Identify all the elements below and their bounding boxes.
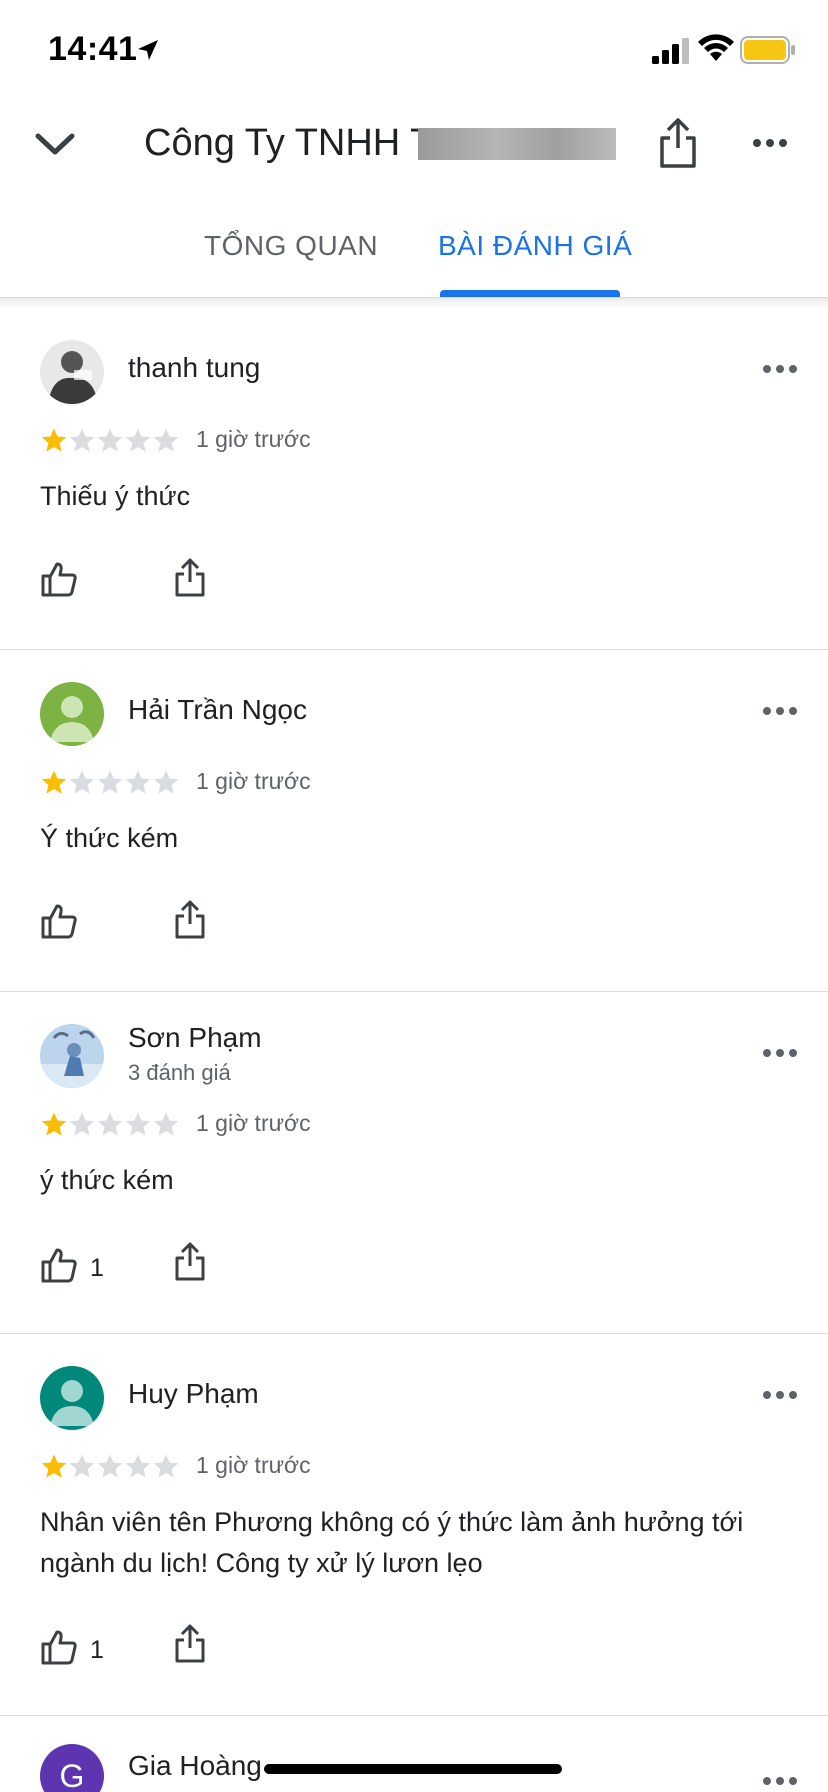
avatar-letter: G bbox=[59, 1758, 85, 1792]
share-button[interactable] bbox=[174, 558, 206, 598]
more-options-icon[interactable] bbox=[762, 1390, 798, 1400]
app-header: Công Ty TNHH T bbox=[0, 100, 828, 200]
review-item: thanh tung 1 giờ trước Thiếu ý thức bbox=[0, 308, 828, 650]
star-filled-icon bbox=[41, 1112, 67, 1136]
reviewer-review-count[interactable]: 3 đánh giá bbox=[128, 1060, 231, 1086]
star-empty-icon bbox=[69, 1454, 95, 1478]
star-filled-icon bbox=[41, 1454, 67, 1478]
star-empty-icon bbox=[97, 428, 123, 452]
share-button[interactable] bbox=[174, 1624, 206, 1664]
star-rating bbox=[40, 426, 180, 454]
avatar[interactable] bbox=[40, 1024, 104, 1088]
like-button[interactable]: 1 bbox=[40, 1246, 110, 1286]
star-empty-icon bbox=[69, 1112, 95, 1136]
star-empty-icon bbox=[153, 770, 179, 794]
star-filled-icon bbox=[41, 428, 67, 452]
avatar[interactable] bbox=[40, 1366, 104, 1430]
wifi-icon bbox=[698, 34, 734, 61]
location-arrow-icon bbox=[138, 40, 158, 60]
share-icon bbox=[175, 558, 205, 597]
tab-reviews[interactable]: BÀI ĐÁNH GIÁ bbox=[438, 230, 632, 262]
review-item: Huy Phạm 1 giờ trước Nhân viên tên Phươn… bbox=[0, 1334, 828, 1716]
share-icon bbox=[175, 1242, 205, 1281]
review-item: Hải Trần Ngọc 1 giờ trước Ý thức kém bbox=[0, 650, 828, 992]
tab-bar: TỔNG QUAN BÀI ĐÁNH GIÁ bbox=[0, 210, 828, 298]
avatar[interactable] bbox=[40, 682, 104, 746]
reviewer-name[interactable]: Sơn Phạm bbox=[128, 1022, 262, 1054]
star-empty-icon bbox=[69, 770, 95, 794]
review-text: Nhân viên tên Phương không có ý thức làm… bbox=[40, 1507, 744, 1578]
star-empty-icon bbox=[153, 1112, 179, 1136]
home-indicator[interactable] bbox=[264, 1764, 562, 1774]
review-time: 1 giờ trước bbox=[196, 426, 311, 452]
share-icon bbox=[175, 1624, 205, 1663]
share-icon[interactable] bbox=[656, 116, 700, 170]
share-icon bbox=[175, 900, 205, 939]
reviewer-name[interactable]: Huy Phạm bbox=[128, 1378, 259, 1410]
star-empty-icon bbox=[153, 1454, 179, 1478]
thumbs-up-icon bbox=[41, 904, 77, 939]
review-time: 1 giờ trước bbox=[196, 1110, 311, 1136]
battery-icon bbox=[740, 36, 795, 64]
review-text: Thiếu ý thức bbox=[40, 481, 191, 511]
review-text: Ý thức kém bbox=[40, 823, 179, 853]
chevron-down-icon[interactable] bbox=[30, 122, 80, 166]
review-item: Sơn Phạm 3 đánh giá 1 giờ trước ý thức k… bbox=[0, 992, 828, 1334]
star-empty-icon bbox=[153, 428, 179, 452]
like-button[interactable] bbox=[40, 560, 110, 600]
more-options-icon[interactable] bbox=[762, 1776, 798, 1786]
status-time: 14:41 bbox=[48, 30, 138, 68]
reviewer-name[interactable]: thanh tung bbox=[128, 352, 260, 384]
like-button[interactable] bbox=[40, 902, 110, 942]
more-options-icon[interactable] bbox=[752, 138, 788, 148]
star-empty-icon bbox=[69, 428, 95, 452]
like-count: 1 bbox=[90, 1254, 104, 1282]
tab-indicator bbox=[440, 290, 620, 297]
review-time: 1 giờ trước bbox=[196, 1452, 311, 1478]
status-bar: 14:41 bbox=[0, 0, 828, 100]
star-empty-icon bbox=[97, 770, 123, 794]
thumbs-up-icon bbox=[41, 1248, 77, 1283]
star-empty-icon bbox=[97, 1112, 123, 1136]
star-empty-icon bbox=[97, 1454, 123, 1478]
thumbs-up-icon bbox=[41, 562, 77, 597]
share-button[interactable] bbox=[174, 900, 206, 940]
review-item: G Gia Hoàng bbox=[0, 1716, 828, 1792]
star-empty-icon bbox=[125, 770, 151, 794]
thumbs-up-icon bbox=[41, 1630, 77, 1665]
more-options-icon[interactable] bbox=[762, 364, 798, 374]
reviewer-name[interactable]: Hải Trần Ngọc bbox=[128, 694, 307, 726]
star-rating bbox=[40, 1110, 180, 1138]
star-rating bbox=[40, 768, 180, 796]
divider bbox=[0, 298, 828, 308]
share-button[interactable] bbox=[174, 1242, 206, 1282]
redacted-title-block bbox=[418, 128, 616, 160]
like-button[interactable]: 1 bbox=[40, 1628, 110, 1668]
reviewer-name[interactable]: Gia Hoàng bbox=[128, 1750, 262, 1782]
avatar[interactable]: G bbox=[40, 1744, 104, 1792]
star-rating bbox=[40, 1452, 180, 1480]
star-empty-icon bbox=[125, 428, 151, 452]
avatar[interactable] bbox=[40, 340, 104, 404]
cellular-signal-icon bbox=[652, 38, 689, 64]
review-text: ý thức kém bbox=[40, 1165, 174, 1195]
review-time: 1 giờ trước bbox=[196, 768, 311, 794]
more-options-icon[interactable] bbox=[762, 706, 798, 716]
star-empty-icon bbox=[125, 1112, 151, 1136]
star-filled-icon bbox=[41, 770, 67, 794]
star-empty-icon bbox=[125, 1454, 151, 1478]
tab-overview[interactable]: TỔNG QUAN bbox=[204, 230, 378, 262]
more-options-icon[interactable] bbox=[762, 1048, 798, 1058]
like-count: 1 bbox=[90, 1636, 104, 1664]
